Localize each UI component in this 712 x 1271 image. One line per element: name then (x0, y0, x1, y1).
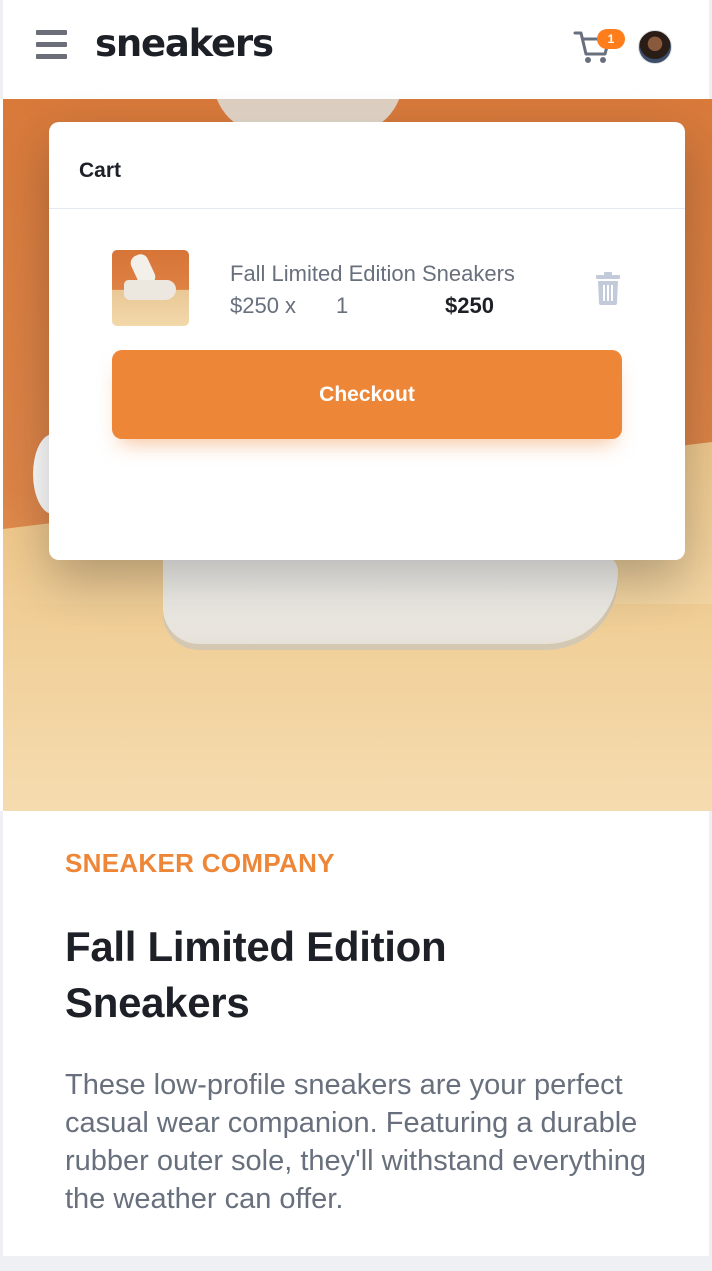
cart-item-price: $250 x (230, 293, 297, 318)
logo[interactable]: sneakers (95, 22, 274, 65)
company-label: SNEAKER COMPANY (65, 848, 335, 878)
bottom-edge (0, 1256, 712, 1271)
shoe-sole (163, 554, 618, 644)
cart-dropdown: Cart Fall Limited Edition Sneakers $250 … (49, 122, 685, 560)
trash-icon[interactable] (595, 272, 621, 305)
cart-item-thumbnail (112, 250, 189, 326)
product-title: Fall Limited Edition Sneakers (65, 923, 447, 1026)
cart-item-name: Fall Limited Edition Sneakers (230, 261, 515, 286)
checkout-button[interactable]: Checkout (112, 350, 622, 439)
cart-item-quantity: 1 (336, 293, 349, 318)
cart-item-total: $250 (445, 293, 494, 318)
cart-divider (49, 208, 685, 209)
cart-count-badge: 1 (597, 29, 625, 49)
cart-title: Cart (79, 159, 122, 182)
menu-icon[interactable] (36, 30, 68, 60)
header: sneakers 1 (0, 0, 712, 99)
product-details: SNEAKER COMPANY Fall Limited Edition Sne… (0, 811, 712, 1271)
product-description: These low-profile sneakers are your perf… (65, 1069, 647, 1215)
avatar[interactable] (638, 30, 672, 64)
